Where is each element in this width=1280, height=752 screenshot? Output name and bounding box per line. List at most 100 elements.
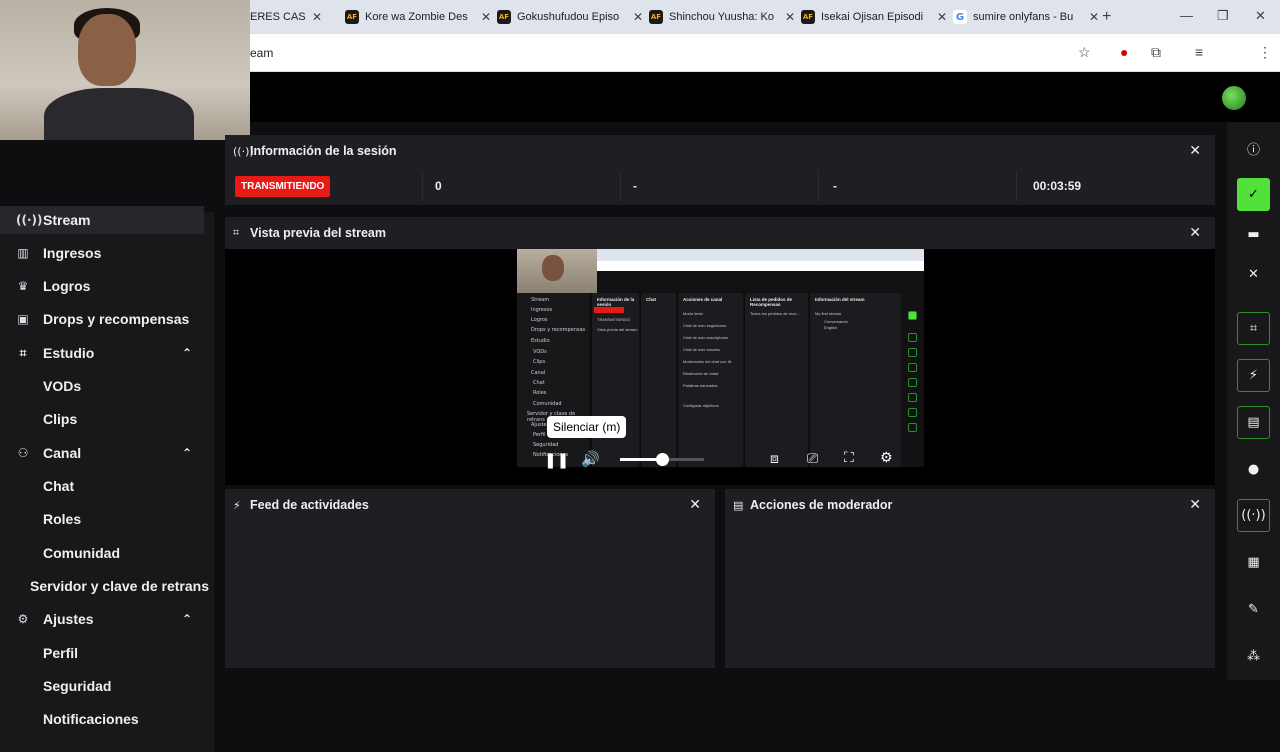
mini-col-row: English bbox=[824, 325, 838, 330]
close-tab-icon[interactable]: ✕ bbox=[1089, 10, 1099, 24]
mini-rail-button bbox=[908, 363, 917, 372]
pause-icon[interactable]: ❚❚ bbox=[544, 451, 569, 469]
close-window-icon[interactable]: ✕ bbox=[1255, 8, 1266, 24]
browser-tab[interactable]: AF Isekai Ojisan Episodi ✕ bbox=[801, 6, 947, 28]
close-icon[interactable]: ✕ bbox=[1189, 225, 1201, 241]
mini-sidebar-label: Roles bbox=[533, 390, 547, 396]
extension-icon[interactable]: ● bbox=[1120, 44, 1128, 60]
picture-in-picture-icon[interactable]: ⧈ bbox=[770, 451, 779, 467]
sidebar-item-ingresos[interactable]: ▥ Ingresos bbox=[0, 239, 204, 267]
mini-col-row: My first stream. bbox=[815, 311, 843, 316]
close-tab-icon[interactable]: ✕ bbox=[785, 10, 795, 24]
sidebar-item-notificaciones[interactable]: Notificaciones bbox=[0, 705, 204, 733]
panel-title: Acciones de moderador bbox=[750, 498, 893, 512]
document-icon[interactable]: ▤ bbox=[1237, 406, 1270, 439]
tab-title: Gokushufudou Episo bbox=[517, 11, 620, 23]
maximize-icon[interactable]: ❐ bbox=[1217, 8, 1229, 24]
mini-col-row: Chat de solo emotes bbox=[683, 347, 720, 352]
close-tab-icon[interactable]: ✕ bbox=[312, 10, 322, 24]
camera-frame-icon[interactable]: ⌗ bbox=[1237, 312, 1270, 345]
sidebar-item-stream[interactable]: ((·)) Stream bbox=[0, 206, 204, 234]
chevron-up-icon[interactable]: ⌃ bbox=[182, 346, 192, 360]
browser-tab[interactable]: AF Gokushufudou Episo ✕ bbox=[497, 6, 643, 28]
mini-rail-button bbox=[908, 378, 917, 387]
mini-col-title: Lista de pedidos de Recompensas bbox=[750, 297, 793, 307]
mini-sidebar-label: Canal bbox=[531, 370, 546, 376]
sidebar-item-perfil[interactable]: Perfil bbox=[0, 639, 204, 667]
sidebar-item-ajustes[interactable]: ⚙ Ajustes ⌃ bbox=[0, 605, 204, 633]
url-text[interactable]: eam bbox=[250, 46, 273, 60]
tab-title: ERES CASAR bbox=[250, 11, 306, 23]
users-icon: ⚇ bbox=[17, 446, 29, 460]
sidebar-item-vods[interactable]: VODs bbox=[0, 372, 204, 400]
mute-tooltip: Silenciar (m) bbox=[547, 416, 627, 438]
chart-icon: ▥ bbox=[17, 246, 29, 260]
close-icon[interactable]: ✕ bbox=[1189, 143, 1201, 159]
sidebar-item-label: Canal bbox=[43, 445, 82, 461]
sidebar-item-comunidad[interactable]: Comunidad bbox=[0, 539, 204, 567]
close-icon[interactable]: ✕ bbox=[1237, 258, 1270, 291]
mini-col-title: Chat bbox=[646, 297, 656, 302]
stat-status: TRANSMITIENDO bbox=[225, 167, 423, 205]
camera-frame-icon: ⌗ bbox=[19, 345, 27, 360]
af-favicon-icon: AF bbox=[345, 10, 359, 24]
mini-sidebar-label: Perfil bbox=[533, 432, 546, 438]
lightning-icon[interactable]: ⚡ bbox=[1237, 359, 1270, 392]
sidebar-item-label: Ingresos bbox=[43, 245, 102, 261]
chevron-up-icon[interactable]: ⌃ bbox=[182, 446, 192, 460]
mini-sidebar-label: Seguridad bbox=[533, 442, 559, 448]
sidebar-item-clips[interactable]: Clips bbox=[0, 405, 204, 433]
settings-icon[interactable]: ⚙ bbox=[880, 450, 893, 466]
volume-icon[interactable]: 🔊 bbox=[581, 450, 600, 468]
mini-col-row: Palabras baneadas bbox=[683, 383, 718, 388]
close-icon[interactable]: ✕ bbox=[689, 497, 701, 513]
close-tab-icon[interactable]: ✕ bbox=[481, 10, 491, 24]
layout-icon[interactable]: ▬ bbox=[1237, 218, 1270, 251]
broadcast-icon[interactable]: ((·)) bbox=[1237, 499, 1270, 532]
browser-tab[interactable]: AF Kore wa Zombie Des ✕ bbox=[345, 6, 491, 28]
sidebar-item-servidor[interactable]: Servidor y clave de retrans bbox=[0, 572, 209, 600]
sidebar-item-canal[interactable]: ⚇ Canal ⌃ bbox=[0, 439, 204, 467]
share-icon[interactable]: ⁂ bbox=[1237, 640, 1270, 673]
close-tab-icon[interactable]: ✕ bbox=[633, 10, 643, 24]
sidebar-item-drops[interactable]: ▣ Drops y recompensas bbox=[0, 305, 204, 333]
stat-value: - bbox=[633, 179, 637, 193]
mini-col-row: TRANSMITIENDO bbox=[597, 317, 631, 322]
panel-header: ((·)) Información de la sesión ✕ bbox=[225, 135, 1215, 167]
new-tab-icon[interactable]: + bbox=[1102, 8, 1111, 26]
minimize-icon[interactable]: — bbox=[1180, 8, 1193, 23]
wrench-icon[interactable]: ✎ bbox=[1237, 593, 1270, 626]
webcam-person-body bbox=[44, 88, 194, 140]
close-icon[interactable]: ✕ bbox=[1189, 497, 1201, 513]
browser-tab[interactable]: ERES CASAR ✕ bbox=[250, 6, 322, 28]
volume-knob[interactable] bbox=[656, 453, 669, 466]
mini-stream-info-column: Información del stream My first stream. … bbox=[809, 293, 901, 467]
media-control-icon[interactable]: ≡ bbox=[1195, 44, 1203, 60]
trophy-icon: ♛ bbox=[17, 279, 29, 293]
session-info-panel: ((·)) Información de la sesión ✕ TRANSMI… bbox=[225, 135, 1215, 205]
volume-slider[interactable] bbox=[620, 453, 704, 466]
star-icon[interactable]: ☆ bbox=[1078, 44, 1091, 61]
sidebar-item-roles[interactable]: Roles bbox=[0, 505, 204, 533]
close-tab-icon[interactable]: ✕ bbox=[937, 10, 947, 24]
sidebar-item-seguridad[interactable]: Seguridad bbox=[0, 672, 204, 700]
sidebar-item-estudio[interactable]: ⌗ Estudio ⌃ bbox=[0, 339, 204, 367]
sidebar-item-logros[interactable]: ♛ Logros bbox=[0, 272, 204, 300]
info-icon[interactable]: ⓘ bbox=[1237, 132, 1270, 165]
sidebar-item-chat[interactable]: Chat bbox=[0, 472, 204, 500]
user-avatar[interactable] bbox=[1222, 86, 1246, 110]
mini-sidebar-label: Clips bbox=[533, 359, 546, 365]
chevron-up-icon[interactable]: ⌃ bbox=[182, 612, 192, 626]
kebab-menu-icon[interactable]: ⋮ bbox=[1258, 44, 1272, 61]
video-list-icon[interactable]: ▦ bbox=[1237, 546, 1270, 579]
mini-rail-button bbox=[908, 408, 917, 417]
mini-right-rail bbox=[902, 293, 924, 467]
fullscreen-icon[interactable]: ⛶ bbox=[844, 450, 854, 466]
chat-bubble-icon[interactable]: ● bbox=[1237, 453, 1270, 486]
check-icon[interactable]: ✓ bbox=[1237, 178, 1270, 211]
panel-title: Vista previa del stream bbox=[250, 226, 386, 240]
browser-tab[interactable]: G sumire onlyfans - Bu ✕ bbox=[953, 6, 1099, 28]
puzzle-icon[interactable]: ⧉ bbox=[1151, 44, 1161, 61]
clip-icon[interactable]: ⎚ bbox=[807, 451, 818, 467]
browser-tab[interactable]: AF Shinchou Yuusha: Ko ✕ bbox=[649, 6, 795, 28]
